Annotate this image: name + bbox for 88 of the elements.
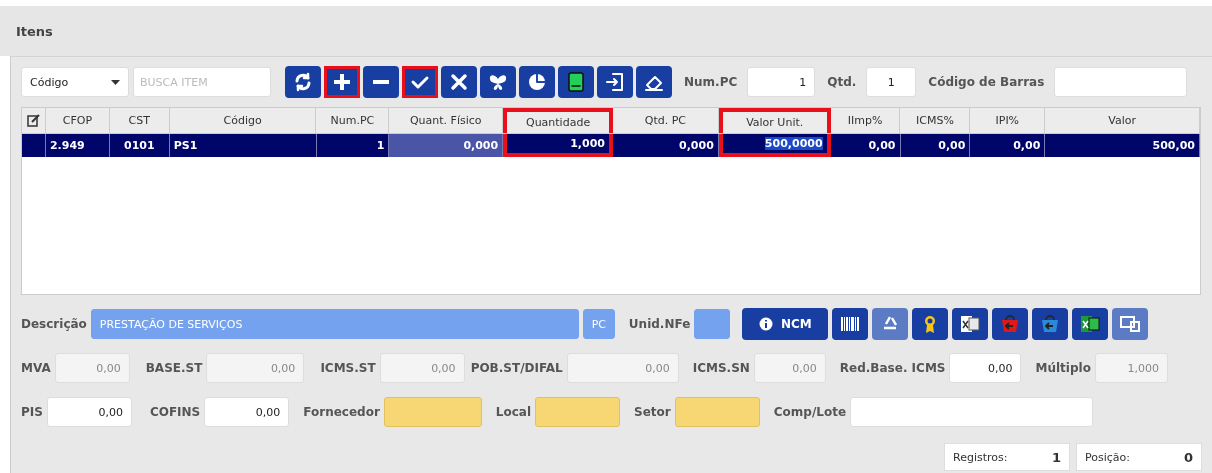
table-cell: 1,000 xyxy=(503,134,613,157)
spreadsheet-button[interactable] xyxy=(1072,308,1109,340)
table-cell: 2.949 xyxy=(45,134,110,157)
field-label: Qtd. xyxy=(827,75,857,89)
table-cell: 500,0000 xyxy=(718,134,831,157)
exit-icon xyxy=(604,71,626,93)
exit-button[interactable] xyxy=(597,66,633,98)
column-header[interactable]: Qtd. PC xyxy=(613,108,719,133)
input-field[interactable]: 0,00 xyxy=(204,397,290,427)
refresh-button[interactable] xyxy=(285,66,321,98)
pie-button[interactable] xyxy=(519,66,555,98)
status-value: 0 xyxy=(1183,449,1193,465)
status-value: 1 xyxy=(1051,449,1061,465)
field-label: BASE.ST xyxy=(145,361,203,375)
barcode-button[interactable] xyxy=(832,308,869,340)
unit-nfe-field[interactable] xyxy=(694,309,731,339)
search-type-dropdown[interactable]: Código xyxy=(21,67,129,97)
field-label: Fornecedor xyxy=(303,405,380,419)
status-label: Registros: xyxy=(953,450,1008,464)
butterfly-button[interactable] xyxy=(480,66,516,98)
table-cell: 500,00 xyxy=(1045,134,1200,157)
table-row[interactable]: 2.949 0101 PS1 1 0,000 1,000 0,000 500,0000 0,00 0,00 0,00 500,00 xyxy=(22,134,1200,157)
column-header[interactable]: Quant. Físico xyxy=(389,108,504,133)
field-label: Comp/Lote xyxy=(773,405,847,419)
status-label: Posição: xyxy=(1085,450,1130,464)
input-field[interactable]: 0,00 xyxy=(949,353,1022,383)
table-cell: PS1 xyxy=(169,134,317,157)
field-label: ICMS.SN xyxy=(692,361,750,375)
column-header[interactable]: IPI% xyxy=(970,108,1046,133)
field-label: Múltiplo xyxy=(1035,361,1091,375)
minus-icon xyxy=(370,79,392,85)
field-label: Local xyxy=(495,405,532,419)
table-cell: 0101 xyxy=(109,134,170,157)
shopping-bag-button[interactable] xyxy=(1032,308,1069,340)
input-field[interactable] xyxy=(1054,67,1188,97)
close-button[interactable] xyxy=(441,66,477,98)
column-header[interactable]: IImp% xyxy=(830,108,901,133)
spreadsheet-button[interactable] xyxy=(952,308,989,340)
pie-chart-icon xyxy=(526,71,548,93)
column-header[interactable]: Num.PC xyxy=(316,108,390,133)
check-button[interactable] xyxy=(402,66,438,98)
table-cell: 0,00 xyxy=(900,134,971,157)
column-header[interactable]: Código xyxy=(169,108,317,133)
spreadsheet-icon xyxy=(959,314,982,334)
field-label: Código de Barras xyxy=(928,75,1045,89)
book-icon xyxy=(565,71,587,93)
caret-icon xyxy=(111,79,120,85)
column-header[interactable]: CFOP xyxy=(45,108,110,133)
plus-icon xyxy=(331,71,353,93)
field-label: PIS xyxy=(21,405,43,419)
field-label: Descrição xyxy=(21,317,87,331)
field-label: Setor xyxy=(634,405,671,419)
spreadsheet-icon xyxy=(1079,314,1102,334)
input-field[interactable] xyxy=(850,397,1094,427)
lookup-field[interactable] xyxy=(535,397,621,427)
close-icon xyxy=(448,71,470,93)
lookup-field[interactable] xyxy=(674,397,760,427)
shopping-bag-button[interactable] xyxy=(992,308,1029,340)
table-cell: 0,000 xyxy=(613,134,719,157)
field-label: Unid.NFe xyxy=(628,317,691,331)
minus-button[interactable] xyxy=(363,66,399,98)
field-label: POB.ST/DIFAL xyxy=(470,361,563,375)
field-label: Num.PC xyxy=(684,75,738,89)
input-field[interactable]: 1 xyxy=(866,67,917,97)
field-label: ICMS.ST xyxy=(320,361,376,375)
table-cell: 0,00 xyxy=(970,134,1046,157)
column-header[interactable]: Valor xyxy=(1045,108,1200,133)
search-field[interactable]: BUSCA ITEM xyxy=(133,67,271,97)
plus-button[interactable] xyxy=(324,66,360,98)
info-icon xyxy=(758,317,773,331)
ncm-button[interactable]: NCM xyxy=(742,308,829,340)
column-header[interactable]: CST xyxy=(109,108,170,133)
barcode-icon xyxy=(839,314,862,334)
field-label: Red.Base. ICMS xyxy=(839,361,946,375)
monitor-icon xyxy=(1119,314,1142,334)
column-header[interactable]: ICMS% xyxy=(900,108,971,133)
book-button[interactable] xyxy=(558,66,594,98)
input-field[interactable]: 1 xyxy=(747,67,816,97)
eraser-button[interactable] xyxy=(636,66,672,98)
field-label: MVA xyxy=(21,361,51,375)
table-cell: 0,00 xyxy=(830,134,901,157)
lookup-field[interactable] xyxy=(383,397,482,427)
input-field[interactable]: 0,00 xyxy=(46,397,132,427)
section-title: Itens xyxy=(16,23,53,39)
field-label: COFINS xyxy=(149,405,201,419)
award-button[interactable] xyxy=(912,308,949,340)
edit-icon xyxy=(26,114,40,127)
table-cell: 0,000 xyxy=(389,134,504,157)
